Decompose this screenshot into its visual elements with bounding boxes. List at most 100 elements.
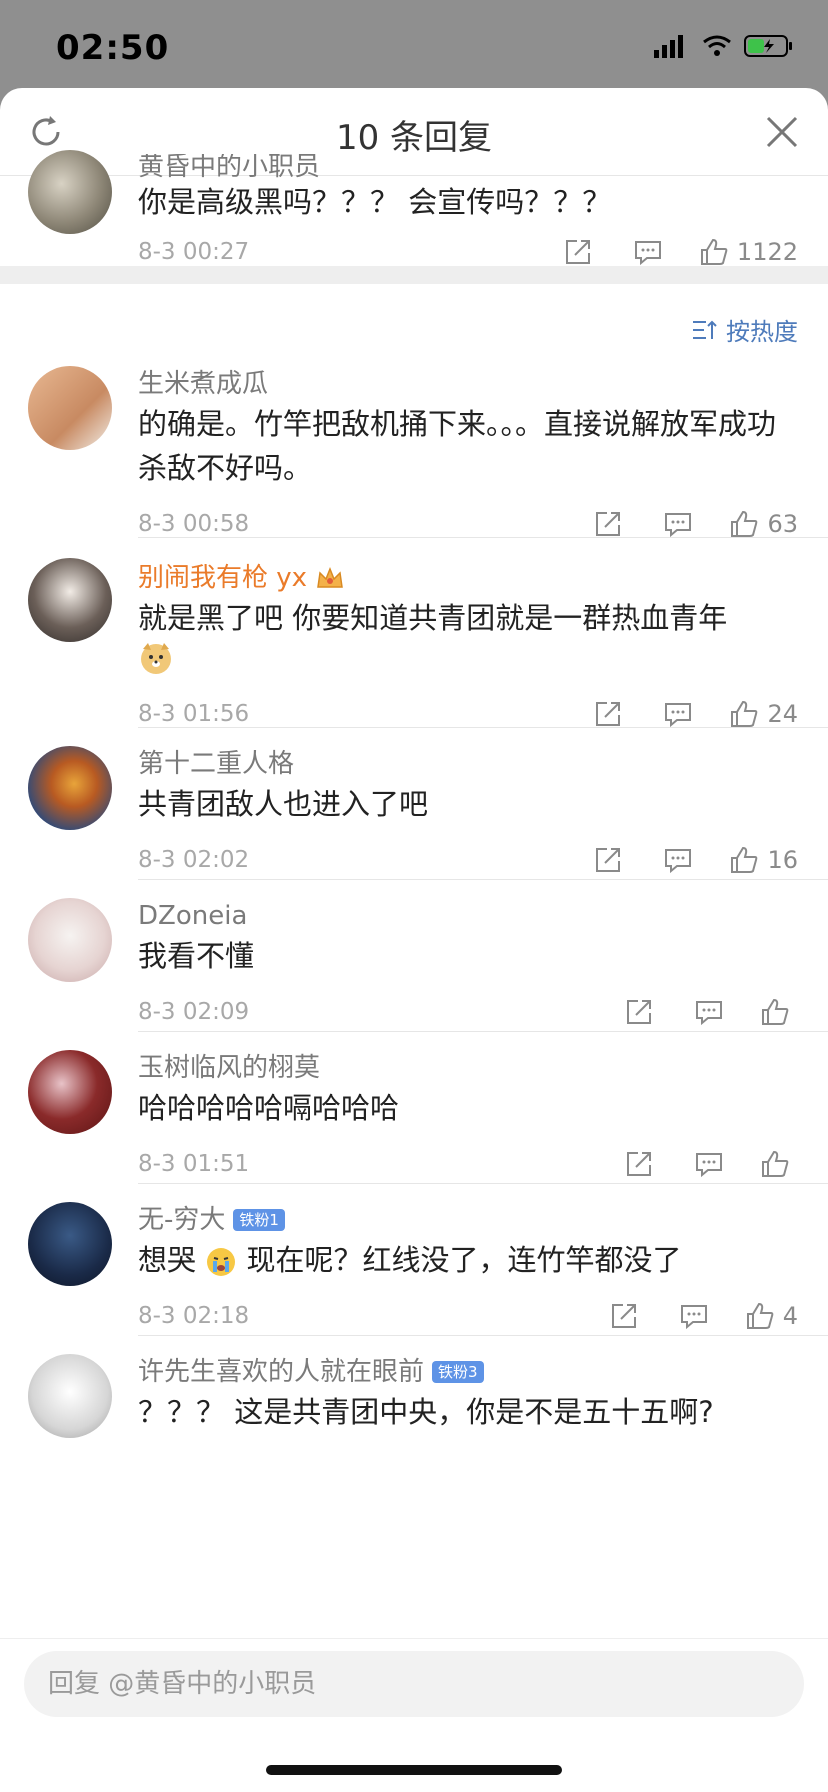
- fan-badge: 铁粉3: [432, 1361, 484, 1383]
- comment-username[interactable]: 生米煮成瓜: [138, 366, 798, 402]
- comment-icon[interactable]: [694, 997, 724, 1027]
- comment-date: 8-3 00:58: [138, 511, 250, 537]
- like-count: 16: [767, 846, 798, 874]
- comment-icon[interactable]: [663, 845, 693, 875]
- username-text: 别闹我有枪 yx: [138, 563, 308, 593]
- like-button[interactable]: 24: [729, 699, 798, 729]
- comment-text: ？？？ 这是共青团中央，你是不是五十五啊?: [138, 1395, 714, 1429]
- like-button[interactable]: 63: [729, 509, 798, 539]
- like-button[interactable]: 16: [729, 845, 798, 875]
- comment-meta: 8-3 00:27 1122: [138, 226, 798, 278]
- avatar[interactable]: [28, 366, 112, 450]
- like-count: 24: [767, 700, 798, 728]
- comment-date: 8-3 02:02: [138, 847, 250, 873]
- comment-username[interactable]: 第十二重人格: [138, 746, 798, 782]
- comment-icon[interactable]: [694, 1149, 724, 1179]
- comment-text: 你是高级黑吗？？？ 会宣传吗？？？: [138, 185, 612, 219]
- like-icon: [731, 846, 758, 873]
- list-item: 许先生喜欢的人就在眼前 铁粉3 ？？？ 这是共青团中央，你是不是五十五啊?: [0, 1336, 828, 1456]
- avatar[interactable]: [28, 1202, 112, 1286]
- comment-text: 的确是。竹竿把敌机捅下来。。。直接说解放军成功杀敌不好吗。: [138, 407, 777, 485]
- status-icons: [654, 34, 794, 58]
- comment-text: 共青团敌人也进入了吧: [138, 787, 429, 821]
- comment-text: 就是黑了吧 你要知道共青团就是一群热血青年: [138, 596, 798, 688]
- comment-icon[interactable]: [679, 1301, 709, 1331]
- comment-username[interactable]: 许先生喜欢的人就在眼前 铁粉3: [138, 1354, 798, 1390]
- sheet-title: 10 条回复: [335, 118, 493, 158]
- comment-username[interactable]: 玉树临风的栩莫: [138, 1050, 798, 1086]
- like-count: 1122: [736, 238, 798, 266]
- comment-icon[interactable]: [633, 237, 663, 267]
- comment-username[interactable]: DZoneia: [138, 898, 798, 934]
- avatar[interactable]: [28, 898, 112, 982]
- comment-text-body: 就是黑了吧 你要知道共青团就是一群热血青年: [138, 601, 728, 635]
- comment-text-part: 现在呢？红线没了，连竹竿都没了: [246, 1243, 682, 1277]
- avatar[interactable]: [28, 746, 112, 830]
- signal-icon: [654, 35, 683, 58]
- crown-icon: [317, 566, 343, 588]
- username-text: 无-穷大: [138, 1205, 226, 1235]
- username-text: 许先生喜欢的人就在眼前: [138, 1357, 425, 1387]
- sort-label: 按热度: [726, 318, 798, 346]
- status-time: 02:50: [56, 28, 170, 68]
- list-item: 生米煮成瓜 的确是。竹竿把敌机捅下来。。。直接说解放军成功杀敌不好吗。 8-3 …: [0, 364, 828, 538]
- like-icon: [746, 1302, 774, 1329]
- list-item: 别闹我有枪 yx 就是黑了吧 你要知道共青团就是一群热血青年 8-3 01:56…: [0, 538, 828, 728]
- like-button[interactable]: [760, 997, 798, 1027]
- battery-icon: [744, 35, 792, 57]
- like-icon: [731, 510, 758, 537]
- comment-date: 8-3 02:18: [138, 1303, 250, 1329]
- parent-comment: 黄昏中的小职员 你是高级黑吗？？？ 会宣传吗？？？ 8-3 00:27 1122: [0, 150, 828, 266]
- sort-icon: [693, 320, 717, 339]
- sort-row: 按热度: [0, 284, 828, 364]
- comment-text: 想哭 现在呢？红线没了，连竹竿都没了: [138, 1238, 798, 1282]
- comment-date: 8-3 00:27: [138, 239, 250, 265]
- comment-text: 哈哈哈哈哈嗝哈哈哈: [138, 1091, 400, 1125]
- avatar[interactable]: [28, 558, 112, 642]
- comment-date: 8-3 01:56: [138, 701, 250, 727]
- like-count: 4: [782, 1302, 798, 1330]
- comment-icon[interactable]: [663, 699, 693, 729]
- reply-bar: 回复 @黄昏中的小职员: [0, 1638, 828, 1792]
- comment-text-part: 想哭: [138, 1243, 197, 1277]
- avatar[interactable]: [28, 1050, 112, 1134]
- share-icon[interactable]: [609, 1301, 639, 1331]
- fan-badge: 铁粉1: [233, 1209, 285, 1231]
- list-item: 第十二重人格 共青团敌人也进入了吧 8-3 02:02 16: [0, 728, 828, 880]
- share-icon[interactable]: [593, 845, 623, 875]
- comment-text: 我看不懂: [138, 939, 255, 973]
- share-icon[interactable]: [593, 699, 623, 729]
- like-icon: [762, 998, 789, 1025]
- wifi-icon: [703, 35, 731, 56]
- like-button[interactable]: [760, 1149, 798, 1179]
- comment-icon[interactable]: [663, 509, 693, 539]
- like-button[interactable]: 1122: [699, 237, 798, 267]
- comment-username[interactable]: 无-穷大 铁粉1: [138, 1202, 798, 1238]
- share-icon[interactable]: [593, 509, 623, 539]
- share-icon[interactable]: [624, 997, 654, 1027]
- comment-date: 8-3 02:09: [138, 999, 250, 1025]
- like-icon: [762, 1150, 789, 1177]
- reply-input[interactable]: 回复 @黄昏中的小职员: [24, 1651, 804, 1717]
- list-item: 玉树临风的栩莫 哈哈哈哈哈嗝哈哈哈 8-3 01:51: [0, 1032, 828, 1184]
- sort-button[interactable]: 按热度: [692, 312, 798, 347]
- like-icon: [700, 238, 728, 265]
- share-icon[interactable]: [563, 237, 593, 267]
- doge-emoji-icon: [141, 643, 171, 674]
- crying-emoji-icon: [207, 1248, 236, 1276]
- list-item: 无-穷大 铁粉1 想哭 现在呢？红线没了，连竹竿都没了 8-3 02:18 4: [0, 1184, 828, 1336]
- comment-username[interactable]: 别闹我有枪 yx: [138, 560, 798, 596]
- share-icon[interactable]: [624, 1149, 654, 1179]
- like-icon: [731, 700, 758, 727]
- comment-username[interactable]: 黄昏中的小职员: [138, 154, 798, 180]
- home-indicator[interactable]: [266, 1765, 562, 1775]
- status-bar: 02:50: [0, 0, 828, 88]
- replies-sheet: 10 条回复 黄昏中的小职员 你是高级黑吗？？？ 会宣传吗？？？ 8-3 00:…: [0, 88, 828, 1792]
- close-icon[interactable]: [764, 114, 800, 150]
- avatar[interactable]: [28, 150, 112, 234]
- like-count: 63: [767, 510, 798, 538]
- comment-date: 8-3 01:51: [138, 1151, 250, 1177]
- like-button[interactable]: 4: [745, 1301, 798, 1331]
- list-item: DZoneia 我看不懂 8-3 02:09: [0, 880, 828, 1032]
- avatar[interactable]: [28, 1354, 112, 1438]
